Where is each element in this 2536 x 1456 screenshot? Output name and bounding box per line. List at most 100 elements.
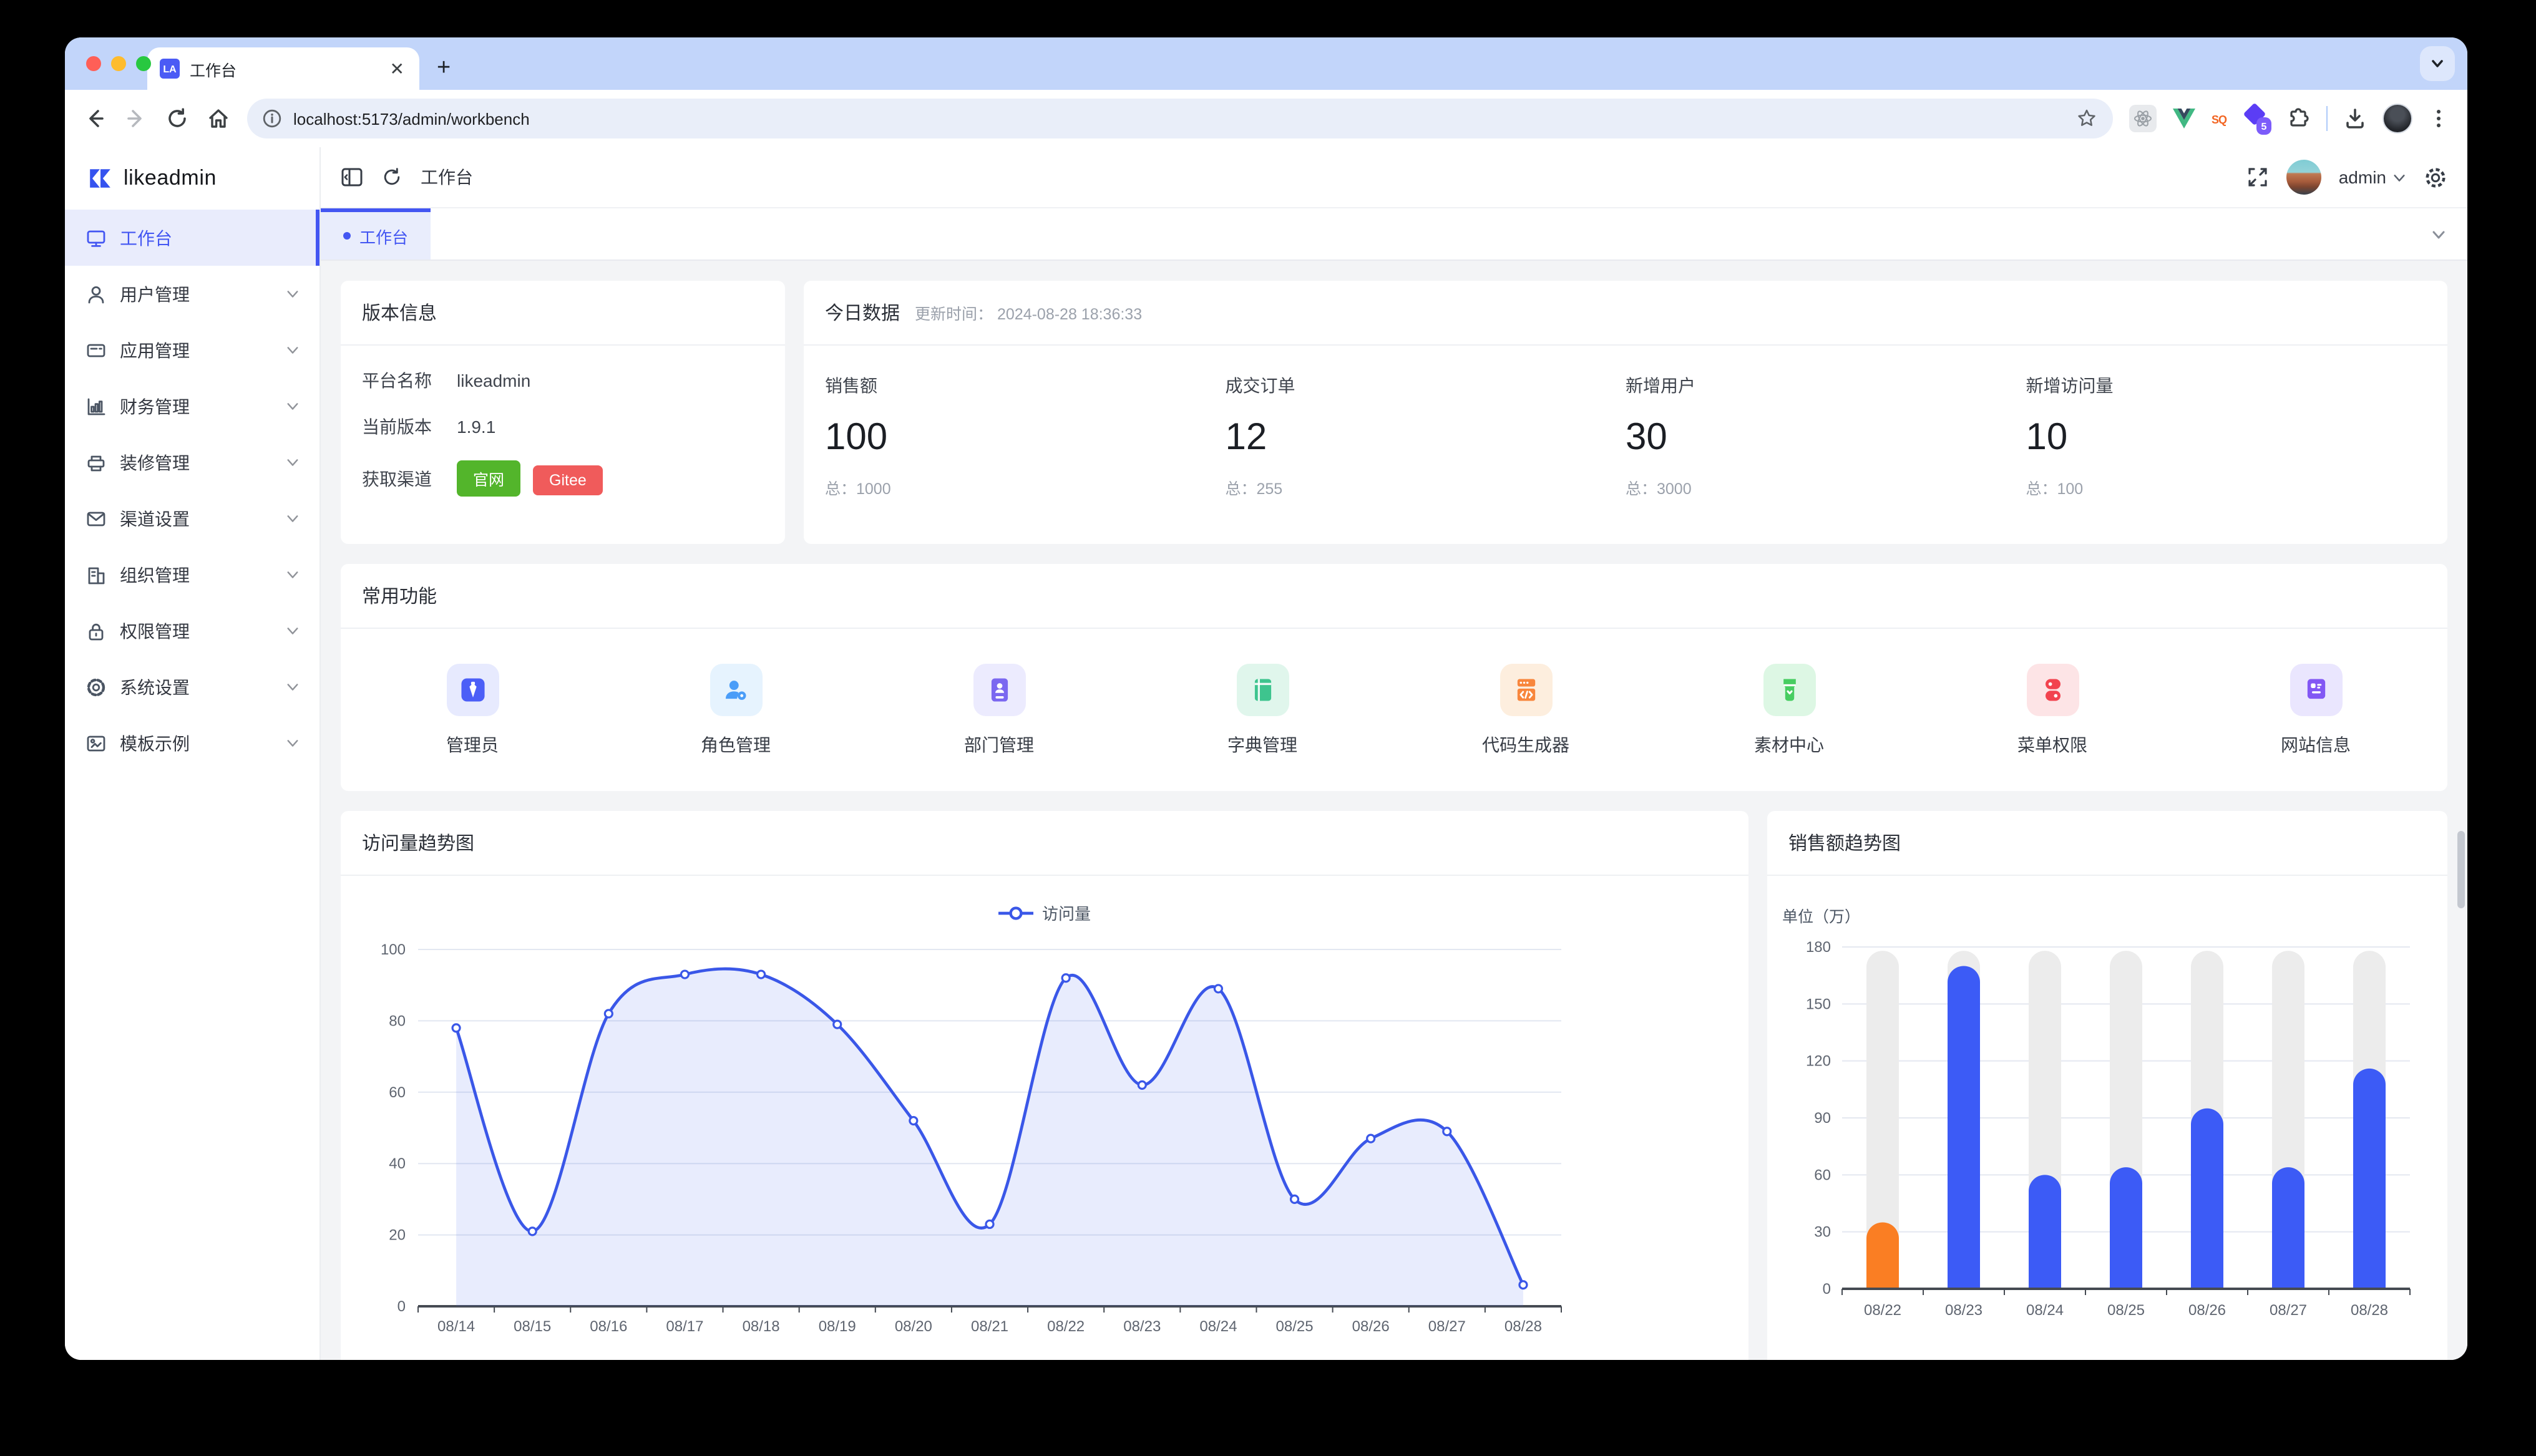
sidebar-item-组织管理[interactable]: 组织管理 — [65, 546, 319, 603]
sidebar-item-模板示例[interactable]: 模板示例 — [65, 715, 319, 771]
sidebar-item-装修管理[interactable]: 装修管理 — [65, 434, 319, 490]
stat-成交订单: 成交订单12总：255 — [1226, 373, 1626, 499]
today-card-title: 今日数据 — [825, 299, 900, 326]
app-header: 工作台 admin — [321, 147, 2467, 208]
zoom-window-button[interactable] — [136, 56, 151, 71]
svg-text:08/23: 08/23 — [1123, 1318, 1161, 1335]
tab-search-chevron-icon[interactable] — [2420, 46, 2455, 81]
chevron-down-icon — [286, 624, 300, 638]
svg-text:08/19: 08/19 — [819, 1318, 856, 1335]
svg-text:08/15: 08/15 — [514, 1318, 551, 1335]
user-avatar[interactable] — [2286, 160, 2321, 195]
toolbar-divider — [2326, 106, 2328, 131]
content-scrollbar-thumb[interactable] — [2457, 831, 2465, 908]
current-version-row: 当前版本 1.9.1 — [362, 414, 764, 439]
sidebar-item-权限管理[interactable]: 权限管理 — [65, 603, 319, 659]
quick-item-label: 角色管理 — [701, 732, 771, 757]
quick-card-title: 常用功能 — [362, 583, 437, 609]
svg-text:08/23: 08/23 — [1945, 1302, 1982, 1319]
sidebar-item-label: 工作台 — [120, 225, 300, 250]
quick-item-部门管理[interactable]: 部门管理 — [867, 663, 1131, 757]
sidebar-item-label: 用户管理 — [120, 281, 273, 306]
bookmark-star-icon[interactable] — [2075, 107, 2098, 130]
quick-item-素材中心[interactable]: 素材中心 — [1657, 663, 1921, 757]
channel-button-官网[interactable]: 官网 — [457, 460, 520, 497]
sidebar-item-财务管理[interactable]: 财务管理 — [65, 378, 319, 434]
sidebar-item-label: 装修管理 — [120, 450, 273, 475]
quick-functions: 管理员角色管理 部门管理字典管理 代码生成器 素材中心菜单权限网站信息 — [341, 629, 2447, 791]
tab-favicon: LA — [160, 59, 180, 79]
template-icon — [85, 732, 107, 754]
quick-item-label: 代码生成器 — [1482, 732, 1569, 757]
quick-item-角色管理[interactable]: 角色管理 — [604, 663, 867, 757]
address-bar[interactable]: localhost:5173/admin/workbench — [247, 99, 2113, 138]
tab-close-icon[interactable]: ✕ — [388, 57, 407, 80]
sq-extension-icon[interactable]: SQ — [2212, 107, 2226, 130]
sales-chart-title: 销售额趋势图 — [1788, 830, 1901, 856]
quick-item-字典管理[interactable]: 字典管理 — [1131, 663, 1394, 757]
logo-text: likeadmin — [124, 166, 217, 191]
downloads-icon[interactable] — [2343, 106, 2368, 131]
back-icon[interactable] — [82, 106, 107, 131]
browser-profile-avatar[interactable] — [2382, 104, 2412, 133]
svg-text:30: 30 — [1814, 1224, 1831, 1241]
svg-text:08/25: 08/25 — [1276, 1318, 1314, 1335]
home-icon[interactable] — [206, 106, 231, 131]
sidebar-item-用户管理[interactable]: 用户管理 — [65, 266, 319, 322]
sidebar-item-渠道设置[interactable]: 渠道设置 — [65, 490, 319, 546]
tabs-dropdown-chevron-icon[interactable] — [2430, 208, 2467, 260]
code-gen-icon — [1500, 663, 1552, 716]
close-window-button[interactable] — [86, 56, 101, 71]
pinia-extension-icon[interactable]: 5 — [2241, 104, 2271, 133]
reload-icon[interactable] — [165, 106, 190, 131]
quick-item-管理员[interactable]: 管理员 — [341, 663, 604, 757]
sidebar-item-label: 模板示例 — [120, 730, 273, 755]
minimize-window-button[interactable] — [111, 56, 126, 71]
extensions-puzzle-icon[interactable] — [2286, 106, 2311, 131]
quick-item-代码生成器[interactable]: 代码生成器 — [1394, 663, 1657, 757]
browser-menu-kebab-icon[interactable] — [2427, 107, 2450, 130]
sidebar-item-应用管理[interactable]: 应用管理 — [65, 322, 319, 378]
decorate-icon — [85, 451, 107, 473]
svg-text:100: 100 — [381, 941, 406, 958]
app-card-icon — [85, 339, 107, 361]
channel-button-Gitee[interactable]: Gitee — [533, 465, 603, 495]
role-icon — [710, 663, 762, 716]
chevron-down-icon — [286, 568, 300, 581]
refresh-page-icon[interactable] — [381, 166, 403, 188]
sidebar-item-label: 系统设置 — [120, 674, 273, 699]
sidebar-item-工作台[interactable]: 工作台 — [65, 210, 319, 266]
svg-text:08/22: 08/22 — [1047, 1318, 1085, 1335]
sidebar-item-系统设置[interactable]: 系统设置 — [65, 659, 319, 715]
new-tab-button[interactable]: + — [437, 55, 451, 82]
page-tab-workbench[interactable]: 工作台 — [321, 208, 431, 260]
platform-name-row: 平台名称 likeadmin — [362, 368, 764, 393]
site-info-icon[interactable] — [262, 109, 282, 129]
chevron-down-icon — [286, 680, 300, 694]
visits-line-chart: 02040608010008/1408/1508/1608/1708/1808/… — [341, 929, 1748, 1360]
quick-item-label: 字典管理 — [1227, 732, 1297, 757]
react-devtools-icon[interactable] — [2129, 105, 2157, 132]
channel-row: 获取渠道 官网Gitee — [362, 460, 764, 497]
user-icon — [85, 283, 107, 305]
quick-item-菜单权限[interactable]: 菜单权限 — [1921, 663, 2184, 757]
page-tab-label: 工作台 — [359, 224, 408, 248]
fullscreen-icon[interactable] — [2246, 166, 2269, 188]
svg-text:20: 20 — [389, 1227, 406, 1244]
vue-devtools-icon[interactable] — [2172, 107, 2197, 130]
svg-text:08/24: 08/24 — [1199, 1318, 1237, 1335]
svg-text:80: 80 — [389, 1012, 406, 1029]
browser-tab[interactable]: LA 工作台 ✕ — [147, 47, 419, 90]
chart-legend[interactable]: 访问量 — [341, 901, 1748, 925]
quick-item-网站信息[interactable]: 网站信息 — [2184, 663, 2447, 757]
chevron-down-icon — [286, 736, 300, 750]
user-menu[interactable]: admin — [2339, 167, 2406, 187]
settings-gear-icon[interactable] — [2424, 165, 2447, 189]
chevron-down-icon — [286, 287, 300, 301]
svg-text:60: 60 — [389, 1084, 406, 1101]
svg-text:08/27: 08/27 — [1428, 1318, 1466, 1335]
svg-text:08/16: 08/16 — [590, 1318, 627, 1335]
logo[interactable]: likeadmin — [65, 147, 319, 210]
forward-icon[interactable] — [124, 106, 149, 131]
collapse-sidebar-icon[interactable] — [341, 166, 363, 188]
